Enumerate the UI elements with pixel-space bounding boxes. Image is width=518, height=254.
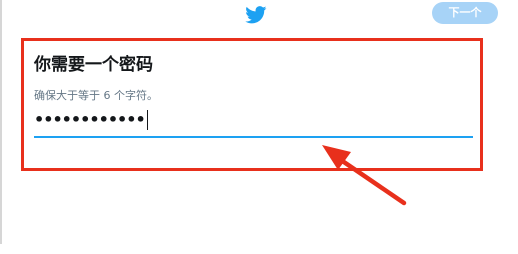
password-input-value[interactable]: ••••••••••••: [34, 110, 148, 130]
twitter-bird-icon: [245, 6, 267, 24]
password-field[interactable]: ••••••••••••: [34, 108, 473, 138]
window-edge: [0, 0, 2, 244]
password-hint: 确保大于等于 6 个字符。: [34, 89, 158, 102]
password-masked-text: ••••••••••••: [34, 110, 146, 129]
page: 下一个 你需要一个密码 确保大于等于 6 个字符。 ••••••••••••: [0, 0, 518, 254]
text-caret: [146, 110, 148, 130]
next-button[interactable]: 下一个: [432, 2, 498, 24]
page-title: 你需要一个密码: [34, 55, 153, 75]
